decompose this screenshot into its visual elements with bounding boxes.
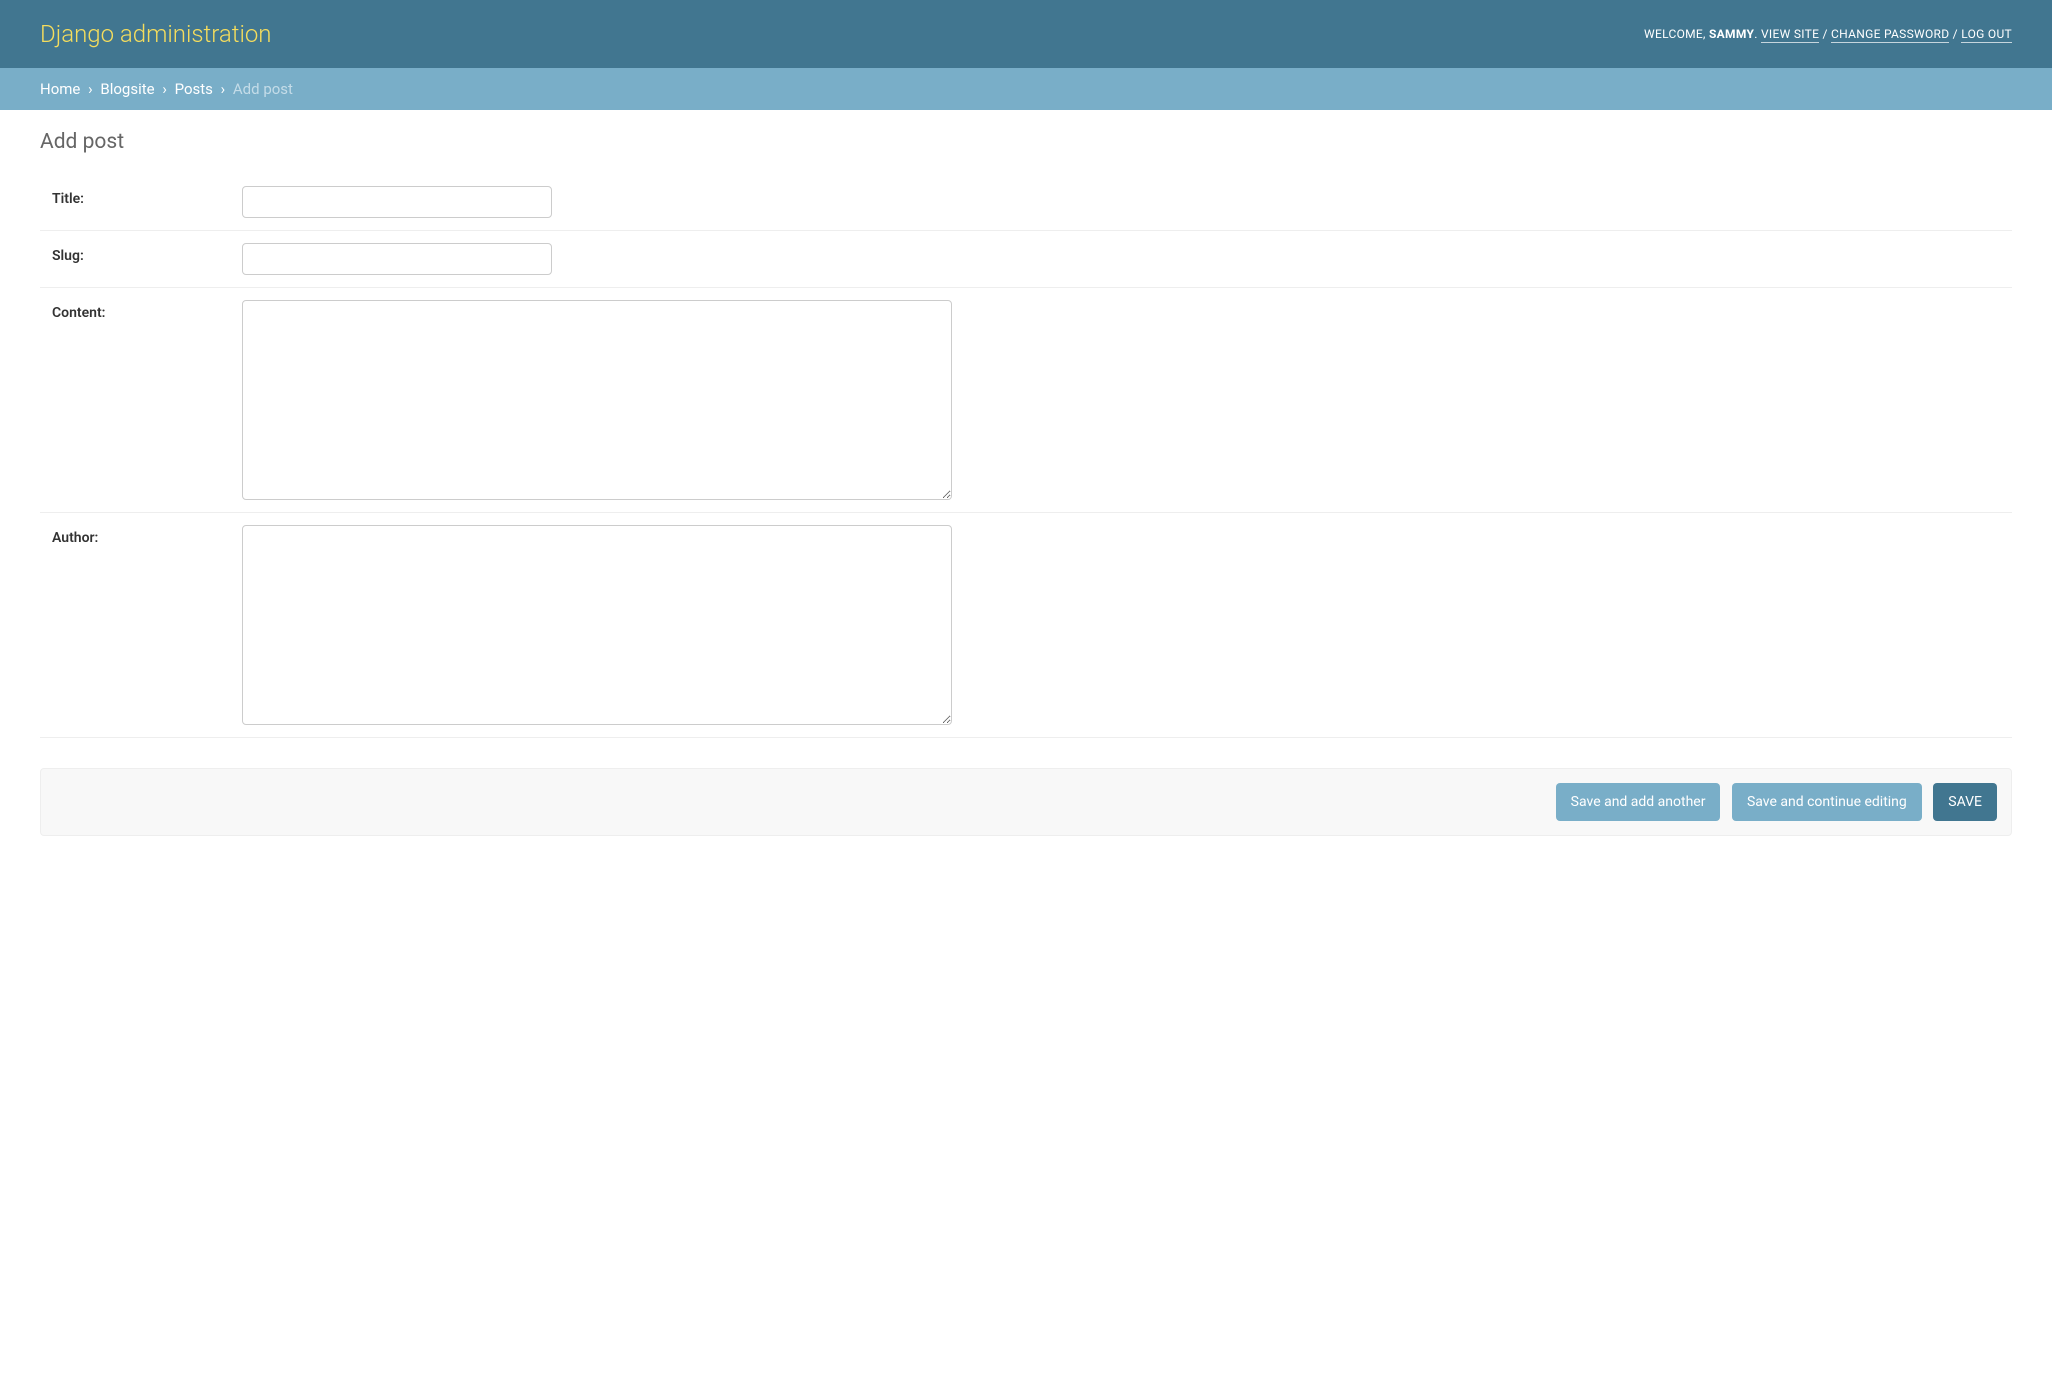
welcome-period: . <box>1754 27 1761 41</box>
branding: Django administration <box>40 20 272 48</box>
username: SAMMY <box>1709 27 1754 41</box>
content-textarea[interactable] <box>242 300 952 500</box>
header: Django administration WELCOME, SAMMY. VI… <box>0 0 2052 68</box>
save-continue-button[interactable]: Save and continue editing <box>1732 783 1922 821</box>
title-label: Title: <box>52 186 242 207</box>
view-site-link[interactable]: VIEW SITE <box>1761 27 1819 43</box>
breadcrumb-sep: › <box>84 80 97 98</box>
form-row-slug: Slug: <box>40 231 2012 288</box>
form-row-title: Title: <box>40 174 2012 231</box>
slug-input[interactable] <box>242 243 552 275</box>
user-tools-sep: / <box>1949 27 1961 41</box>
save-button[interactable]: SAVE <box>1933 783 1997 821</box>
breadcrumb-current: Add post <box>233 80 293 98</box>
title-input[interactable] <box>242 186 552 218</box>
welcome-prefix: WELCOME, <box>1644 27 1709 41</box>
breadcrumb: Home › Blogsite › Posts › Add post <box>0 68 2052 110</box>
form-row-content: Content: <box>40 288 2012 513</box>
user-tools: WELCOME, SAMMY. VIEW SITE / CHANGE PASSW… <box>1644 27 2012 41</box>
form-module: Title: Slug: Content: Author: <box>40 174 2012 738</box>
page-title: Add post <box>40 130 2012 154</box>
log-out-link[interactable]: LOG OUT <box>1961 27 2012 43</box>
site-title: Django administration <box>40 20 272 48</box>
breadcrumb-sep: › <box>158 80 171 98</box>
breadcrumb-model[interactable]: Posts <box>175 80 213 98</box>
breadcrumb-sep: › <box>217 80 230 98</box>
save-add-another-button[interactable]: Save and add another <box>1556 783 1721 821</box>
content-label: Content: <box>52 300 242 321</box>
author-label: Author: <box>52 525 242 546</box>
submit-row: Save and add another Save and continue e… <box>40 768 2012 836</box>
breadcrumb-home[interactable]: Home <box>40 80 80 98</box>
user-tools-sep: / <box>1819 27 1831 41</box>
form-row-author: Author: <box>40 513 2012 738</box>
slug-label: Slug: <box>52 243 242 264</box>
breadcrumb-app[interactable]: Blogsite <box>100 80 154 98</box>
author-textarea[interactable] <box>242 525 952 725</box>
change-password-link[interactable]: CHANGE PASSWORD <box>1831 27 1949 43</box>
content: Add post Title: Slug: Content: Author: S… <box>0 110 2052 856</box>
